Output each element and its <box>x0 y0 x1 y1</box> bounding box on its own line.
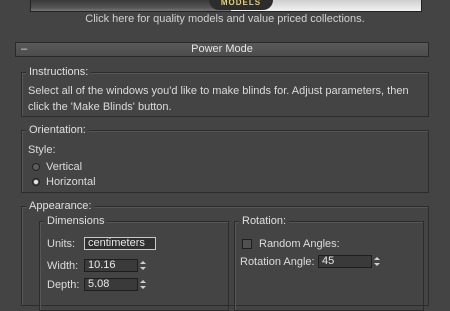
banner-logo: MODELS <box>209 0 273 10</box>
radio-horizontal-dot[interactable] <box>32 178 40 186</box>
depth-field[interactable]: 5.08 <box>84 278 138 291</box>
radio-vertical-label[interactable]: Vertical <box>46 160 82 174</box>
banner-caption-link[interactable]: Click here for quality models and value … <box>0 13 450 25</box>
radio-vertical[interactable]: Vertical <box>32 160 112 174</box>
random-angles-box[interactable] <box>242 239 252 249</box>
instructions-legend: Instructions: <box>26 66 92 79</box>
style-label: Style: <box>28 144 56 156</box>
depth-label: Depth: <box>47 279 80 291</box>
dimensions-legend: Dimensions <box>44 215 108 228</box>
depth-spinner[interactable] <box>139 278 147 291</box>
orientation-group: Orientation: Style: Vertical Horizontal <box>21 124 429 193</box>
instructions-group: Instructions: Select all of the windows … <box>21 66 429 117</box>
units-field[interactable]: centimeters <box>84 237 156 250</box>
rotation-angle-label: Rotation Angle: <box>240 256 315 268</box>
rotation-group: Rotation: Random Angles: Rotation Angle:… <box>234 215 424 311</box>
orientation-legend: Orientation: <box>26 124 89 137</box>
rotation-legend: Rotation: <box>239 215 290 228</box>
rotation-angle-field[interactable]: 45 <box>318 255 372 268</box>
random-angles-checkbox[interactable]: Random Angles: <box>242 237 362 251</box>
instructions-line-1: Select all of the windows you'd like to … <box>28 85 409 97</box>
rollout-header-power-mode[interactable]: – Power Mode <box>15 42 429 57</box>
banner-image[interactable]: MODELS <box>30 0 422 12</box>
rollout-title: Power Mode <box>191 43 253 55</box>
rotation-angle-spinner[interactable] <box>373 255 381 268</box>
units-label: Units: <box>47 238 76 250</box>
instructions-line-2: click the 'Make Blinds' button. <box>28 101 172 113</box>
radio-horizontal[interactable]: Horizontal <box>32 175 122 189</box>
random-angles-label[interactable]: Random Angles: <box>259 237 340 251</box>
dimensions-group: Dimensions Units: centimeters Width: 10.… <box>39 215 229 311</box>
radio-vertical-dot[interactable] <box>32 163 40 171</box>
width-label: Width: <box>47 260 79 272</box>
width-field[interactable]: 10.16 <box>84 259 138 272</box>
appearance-group: Appearance: Dimensions Units: centimeter… <box>21 200 429 311</box>
radio-horizontal-label[interactable]: Horizontal <box>46 175 96 189</box>
appearance-legend: Appearance: <box>26 200 95 213</box>
width-spinner[interactable] <box>139 259 147 272</box>
